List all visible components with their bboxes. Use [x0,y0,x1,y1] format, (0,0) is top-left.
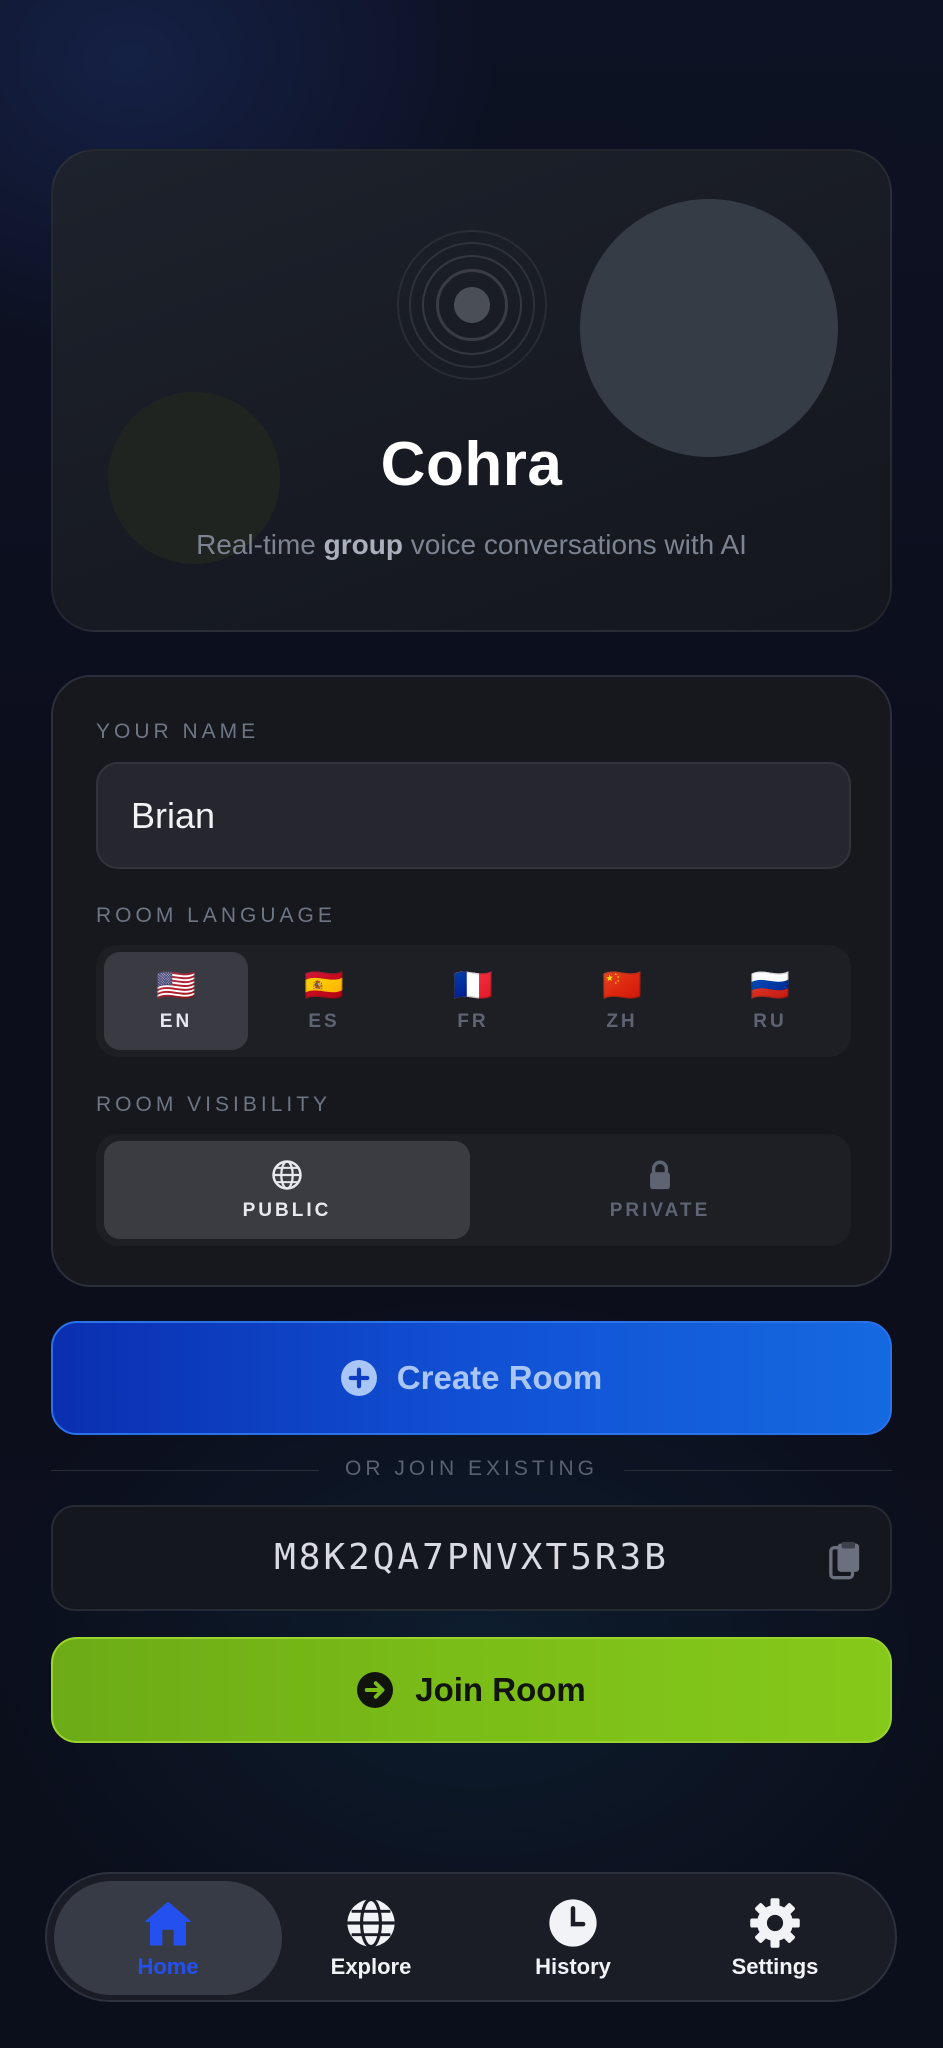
language-label: ROOM LANGUAGE [96,904,336,927]
gear-icon [750,1898,800,1948]
app-title: Cohra [380,430,563,499]
china-flag-icon: 🇨🇳 [602,967,642,1003]
name-label: YOUR NAME [96,720,260,743]
home-icon [144,1901,192,1946]
app-tagline: Real-time group voice conversations with… [196,529,747,560]
russia-flag-icon: 🇷🇺 [750,967,790,1003]
create-room-button[interactable]: Create Room [51,1321,892,1435]
arrow-right-circle-icon [357,1672,394,1708]
language-option-fr[interactable]: 🇫🇷 FR [401,952,545,1050]
room-code-value[interactable]: M8K2QA7PNVXT5R3B [53,1507,830,1609]
spain-flag-icon: 🇪🇸 [304,967,344,1003]
us-flag-icon: 🇺🇸 [156,967,196,1003]
globe-icon [272,1160,302,1190]
plus-circle-icon [340,1360,377,1396]
nav-item-explore[interactable]: Explore [257,1881,485,1995]
nav-item-settings[interactable]: Settings [661,1881,889,1995]
clock-icon [549,1899,597,1947]
room-code-input[interactable]: M8K2QA7PNVXT5R3B [51,1505,892,1611]
visibility-option-public[interactable]: PUBLIC [104,1141,470,1239]
language-option-en[interactable]: 🇺🇸 EN [104,952,248,1050]
lock-icon [650,1160,670,1190]
nav-item-history[interactable]: History [459,1881,687,1995]
decorative-circle-large [580,199,838,457]
visibility-option-private[interactable]: PRIVATE [477,1141,843,1239]
or-divider: OR JOIN EXISTING [51,1457,892,1483]
language-option-zh[interactable]: 🇨🇳 ZH [550,952,694,1050]
language-option-ru[interactable]: 🇷🇺 RU [698,952,842,1050]
join-room-button[interactable]: Join Room [51,1637,892,1743]
language-selector: 🇺🇸 EN 🇪🇸 ES 🇫🇷 FR 🇨🇳 ZH 🇷🇺 RU [96,945,851,1057]
hero-card: Cohra Real-time group voice conversation… [51,149,892,632]
name-input[interactable] [96,762,851,869]
nav-item-home[interactable]: Home [54,1881,282,1995]
room-settings-card: YOUR NAME ROOM LANGUAGE 🇺🇸 EN 🇪🇸 ES 🇫🇷 F… [51,675,892,1287]
visibility-selector: PUBLIC PRIVATE [96,1134,851,1246]
visibility-label: ROOM VISIBILITY [96,1093,332,1116]
france-flag-icon: 🇫🇷 [453,967,493,1003]
paste-icon[interactable] [828,1541,862,1581]
language-option-es[interactable]: 🇪🇸 ES [252,952,396,1050]
bottom-navigation: Home Explore History Settings [45,1872,897,2002]
globe-icon [347,1897,395,1949]
